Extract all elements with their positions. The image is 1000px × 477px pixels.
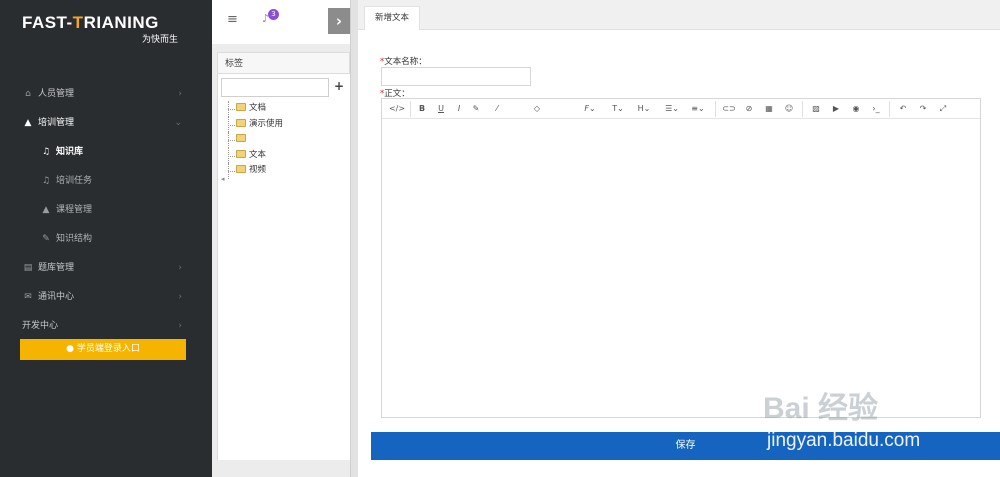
tie-logo-mark: T xyxy=(72,13,84,32)
tree-node[interactable] xyxy=(228,132,283,148)
nav-item-development[interactable]: 开发中心 › xyxy=(0,312,212,341)
folder-icon xyxy=(236,165,246,173)
underline-icon[interactable]: U xyxy=(435,99,447,119)
envelope-icon: ✉ xyxy=(24,292,32,302)
nav-item-knowledge-structure[interactable]: ✎ 知识结构 xyxy=(0,225,212,254)
chevron-right-icon: › xyxy=(178,321,182,331)
tab-new-text[interactable]: 新增文本 xyxy=(364,6,421,30)
folder-icon xyxy=(236,149,246,158)
location-icon[interactable]: ◉ xyxy=(849,99,863,119)
tab-bar: 新增文本 xyxy=(358,0,1000,30)
sidebar: FAST-TRIANING 为快而生 ⌂ 人员管理 › ▲ 培训管理 ⌄ ♫ 知识库 … xyxy=(0,0,212,477)
list-icon[interactable]: ☰⌄ xyxy=(662,99,682,119)
pencil-icon[interactable]: ✎ xyxy=(470,99,482,119)
bold-icon[interactable]: B xyxy=(416,99,428,119)
nav-item-training[interactable]: ▲ 培训管理 ⌄ xyxy=(0,109,212,138)
brand-text: FAST-TRIANING xyxy=(22,13,159,32)
folder-icon xyxy=(236,118,246,127)
tag-panel-title: 标签 xyxy=(217,52,350,74)
folder-icon xyxy=(236,103,246,111)
graduation-cap-icon: ▲ xyxy=(42,205,50,215)
emoji-icon[interactable]: ☺ xyxy=(782,99,796,119)
brush-icon[interactable]: ⁄ xyxy=(491,99,503,119)
bell-icon: ♫ xyxy=(41,147,51,157)
text-name-input[interactable] xyxy=(381,67,531,86)
nav-item-training-tasks[interactable]: ♫ 培训任务 xyxy=(0,167,212,196)
font-size-icon[interactable]: T⌄ xyxy=(608,99,628,119)
tag-panel-column: ≡ ♪ 3 › 标签 + 文档 演示使用 文本 视频 ◂ xyxy=(212,0,350,477)
toolbar-divider xyxy=(802,101,803,117)
tag-search-input[interactable] xyxy=(221,78,329,97)
panel-splitter[interactable] xyxy=(350,0,358,477)
student-login-button[interactable]: ● 学员端登录入口 xyxy=(20,339,186,360)
tree-node[interactable]: 视频 xyxy=(228,163,283,179)
toolbar-divider xyxy=(715,101,716,117)
undo-icon[interactable]: ↶ xyxy=(896,99,910,119)
code-block-icon[interactable]: ›_ xyxy=(869,99,883,119)
nav-item-personnel[interactable]: ⌂ 人员管理 › xyxy=(0,80,212,109)
nav-item-communication[interactable]: ✉ 通讯中心 › xyxy=(0,283,212,312)
tree-node[interactable]: 文档 xyxy=(228,101,283,117)
align-icon[interactable]: ≡⌄ xyxy=(688,99,708,119)
toolbar-divider xyxy=(889,101,890,117)
nav-item-question-bank[interactable]: ▤ 题库管理 › xyxy=(0,254,212,283)
pencil-icon: ✎ xyxy=(42,234,50,244)
top-bar: ≡ ♪ 3 › xyxy=(212,0,350,44)
chevron-right-icon: › xyxy=(178,263,182,273)
unlink-icon[interactable]: ⊘ xyxy=(742,99,756,119)
fullscreen-icon[interactable]: ⤢ xyxy=(936,99,950,119)
code-view-icon[interactable]: </> xyxy=(388,99,406,119)
graduation-cap-icon: ▲ xyxy=(24,118,32,128)
folder-icon xyxy=(236,134,246,142)
chevron-right-icon: › xyxy=(178,292,182,302)
user-icon: ● xyxy=(66,344,74,354)
notification-badge: 3 xyxy=(268,9,279,20)
table-icon[interactable]: ▦ xyxy=(762,99,776,119)
main-nav: ⌂ 人员管理 › ▲ 培训管理 ⌄ ♫ 知识库 ♫ 培训任务 ▲ 课程管理 ✎ 知识结构 ▤… xyxy=(0,80,212,341)
tree-node[interactable]: 文本 xyxy=(228,147,283,164)
menu-icon[interactable]: ≡ xyxy=(227,12,238,27)
bank-icon: ⌂ xyxy=(25,89,31,99)
link-icon[interactable]: ⊂⊃ xyxy=(722,99,736,119)
nav-item-knowledge-base[interactable]: ♫ 知识库 xyxy=(0,138,212,167)
chevron-right-icon: › xyxy=(178,89,182,99)
main-content: 新增文本 *文本名称： *正文： </> B U I ✎ ⁄ ◇ F⌄ T⌄ H… xyxy=(358,0,1000,477)
editor-toolbar: </> B U I ✎ ⁄ ◇ F⌄ T⌄ H⌄ ☰⌄ ≡⌄ ⊂⊃ ⊘ ▦ ☺ … xyxy=(382,99,980,119)
redo-icon[interactable]: ↷ xyxy=(916,99,930,119)
eraser-icon[interactable]: ◇ xyxy=(531,99,543,119)
nav-item-course-management[interactable]: ▲ 课程管理 xyxy=(0,196,212,225)
font-family-icon[interactable]: F⌄ xyxy=(580,99,600,119)
app-logo[interactable]: FAST-TRIANING 为快而生 xyxy=(22,13,182,47)
add-tag-button[interactable]: + xyxy=(334,79,344,93)
scroll-left-icon[interactable]: ◂ xyxy=(221,175,225,183)
editor-content-area[interactable] xyxy=(382,119,980,417)
heading-icon[interactable]: H⌄ xyxy=(634,99,654,119)
bell-icon: ♫ xyxy=(41,176,51,186)
book-icon: ▤ xyxy=(23,263,33,273)
video-icon[interactable]: ▶ xyxy=(829,99,843,119)
toolbar-divider xyxy=(410,101,411,117)
tag-tree: 文档 演示使用 文本 视频 xyxy=(228,101,283,179)
baidu-watermark-logo: Bai 经验 xyxy=(763,392,879,425)
tree-node[interactable]: 演示使用 xyxy=(228,116,283,133)
italic-icon[interactable]: I xyxy=(453,99,465,119)
chevron-right-icon[interactable]: › xyxy=(328,8,350,34)
chevron-down-icon: ⌄ xyxy=(174,118,182,128)
text-name-label: *文本名称： xyxy=(380,57,427,67)
rich-text-editor: </> B U I ✎ ⁄ ◇ F⌄ T⌄ H⌄ ☰⌄ ≡⌄ ⊂⊃ ⊘ ▦ ☺ … xyxy=(381,98,981,418)
brand-slogan: 为快而生 xyxy=(141,35,178,45)
baidu-watermark-url: jingyan.baidu.com xyxy=(767,430,921,451)
image-icon[interactable]: ▨ xyxy=(809,99,823,119)
